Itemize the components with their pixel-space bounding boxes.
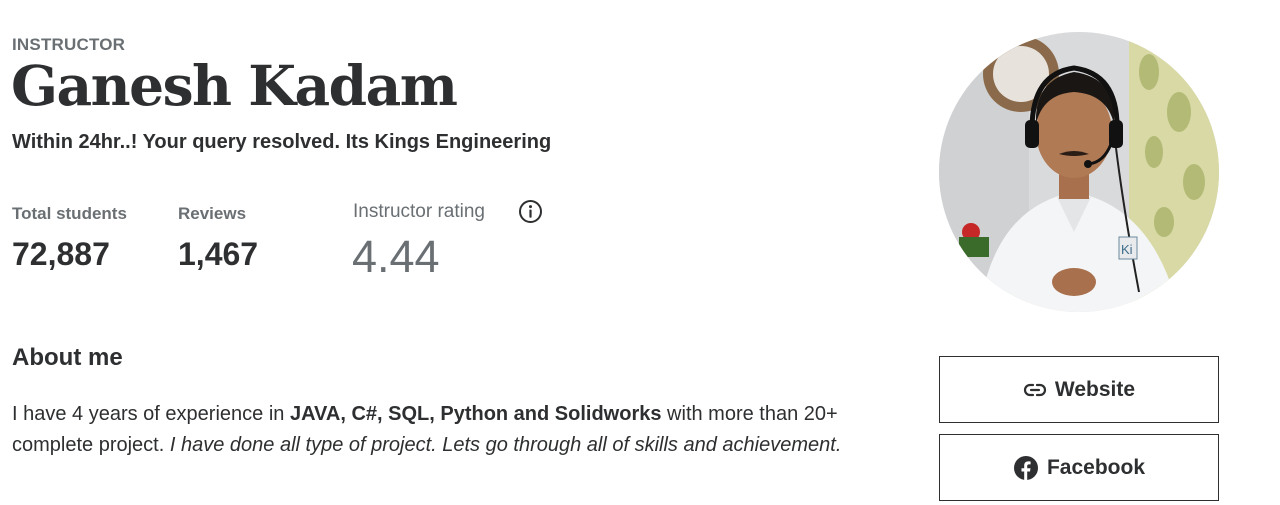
reviews-value: 1,467 [178, 236, 259, 272]
website-button-label: Website [1054, 377, 1136, 401]
instructor-rating-value: 4.44 [352, 231, 440, 282]
about-me-text: I have 4 years of experience in JAVA, C#… [12, 399, 852, 461]
about-me-heading: About me [12, 344, 123, 371]
avatar: Ki [939, 32, 1219, 312]
facebook-button-label: Facebook [1046, 455, 1146, 479]
total-students-value: 72,887 [12, 236, 110, 272]
instructor-rating-label: Instructor rating [353, 201, 485, 222]
instructor-name: Ganesh Kadam [11, 53, 458, 118]
avatar-badge-text: Ki [1121, 242, 1133, 257]
total-students-label: Total students [12, 204, 127, 223]
facebook-icon [1013, 455, 1039, 481]
about-skills: JAVA, C#, SQL, Python and Solidworks [289, 403, 662, 425]
about-text-italic: I have done all type of project. Lets go… [169, 434, 842, 456]
reviews-label: Reviews [178, 204, 247, 223]
instructor-headline: Within 24hr..! Your query resolved. Its … [12, 131, 552, 153]
about-text-part: I have 4 years of experience in [12, 403, 290, 425]
facebook-button[interactable]: Facebook [939, 434, 1219, 501]
website-button[interactable]: Website [939, 356, 1219, 423]
info-icon[interactable] [518, 199, 543, 224]
link-icon [1023, 378, 1047, 402]
